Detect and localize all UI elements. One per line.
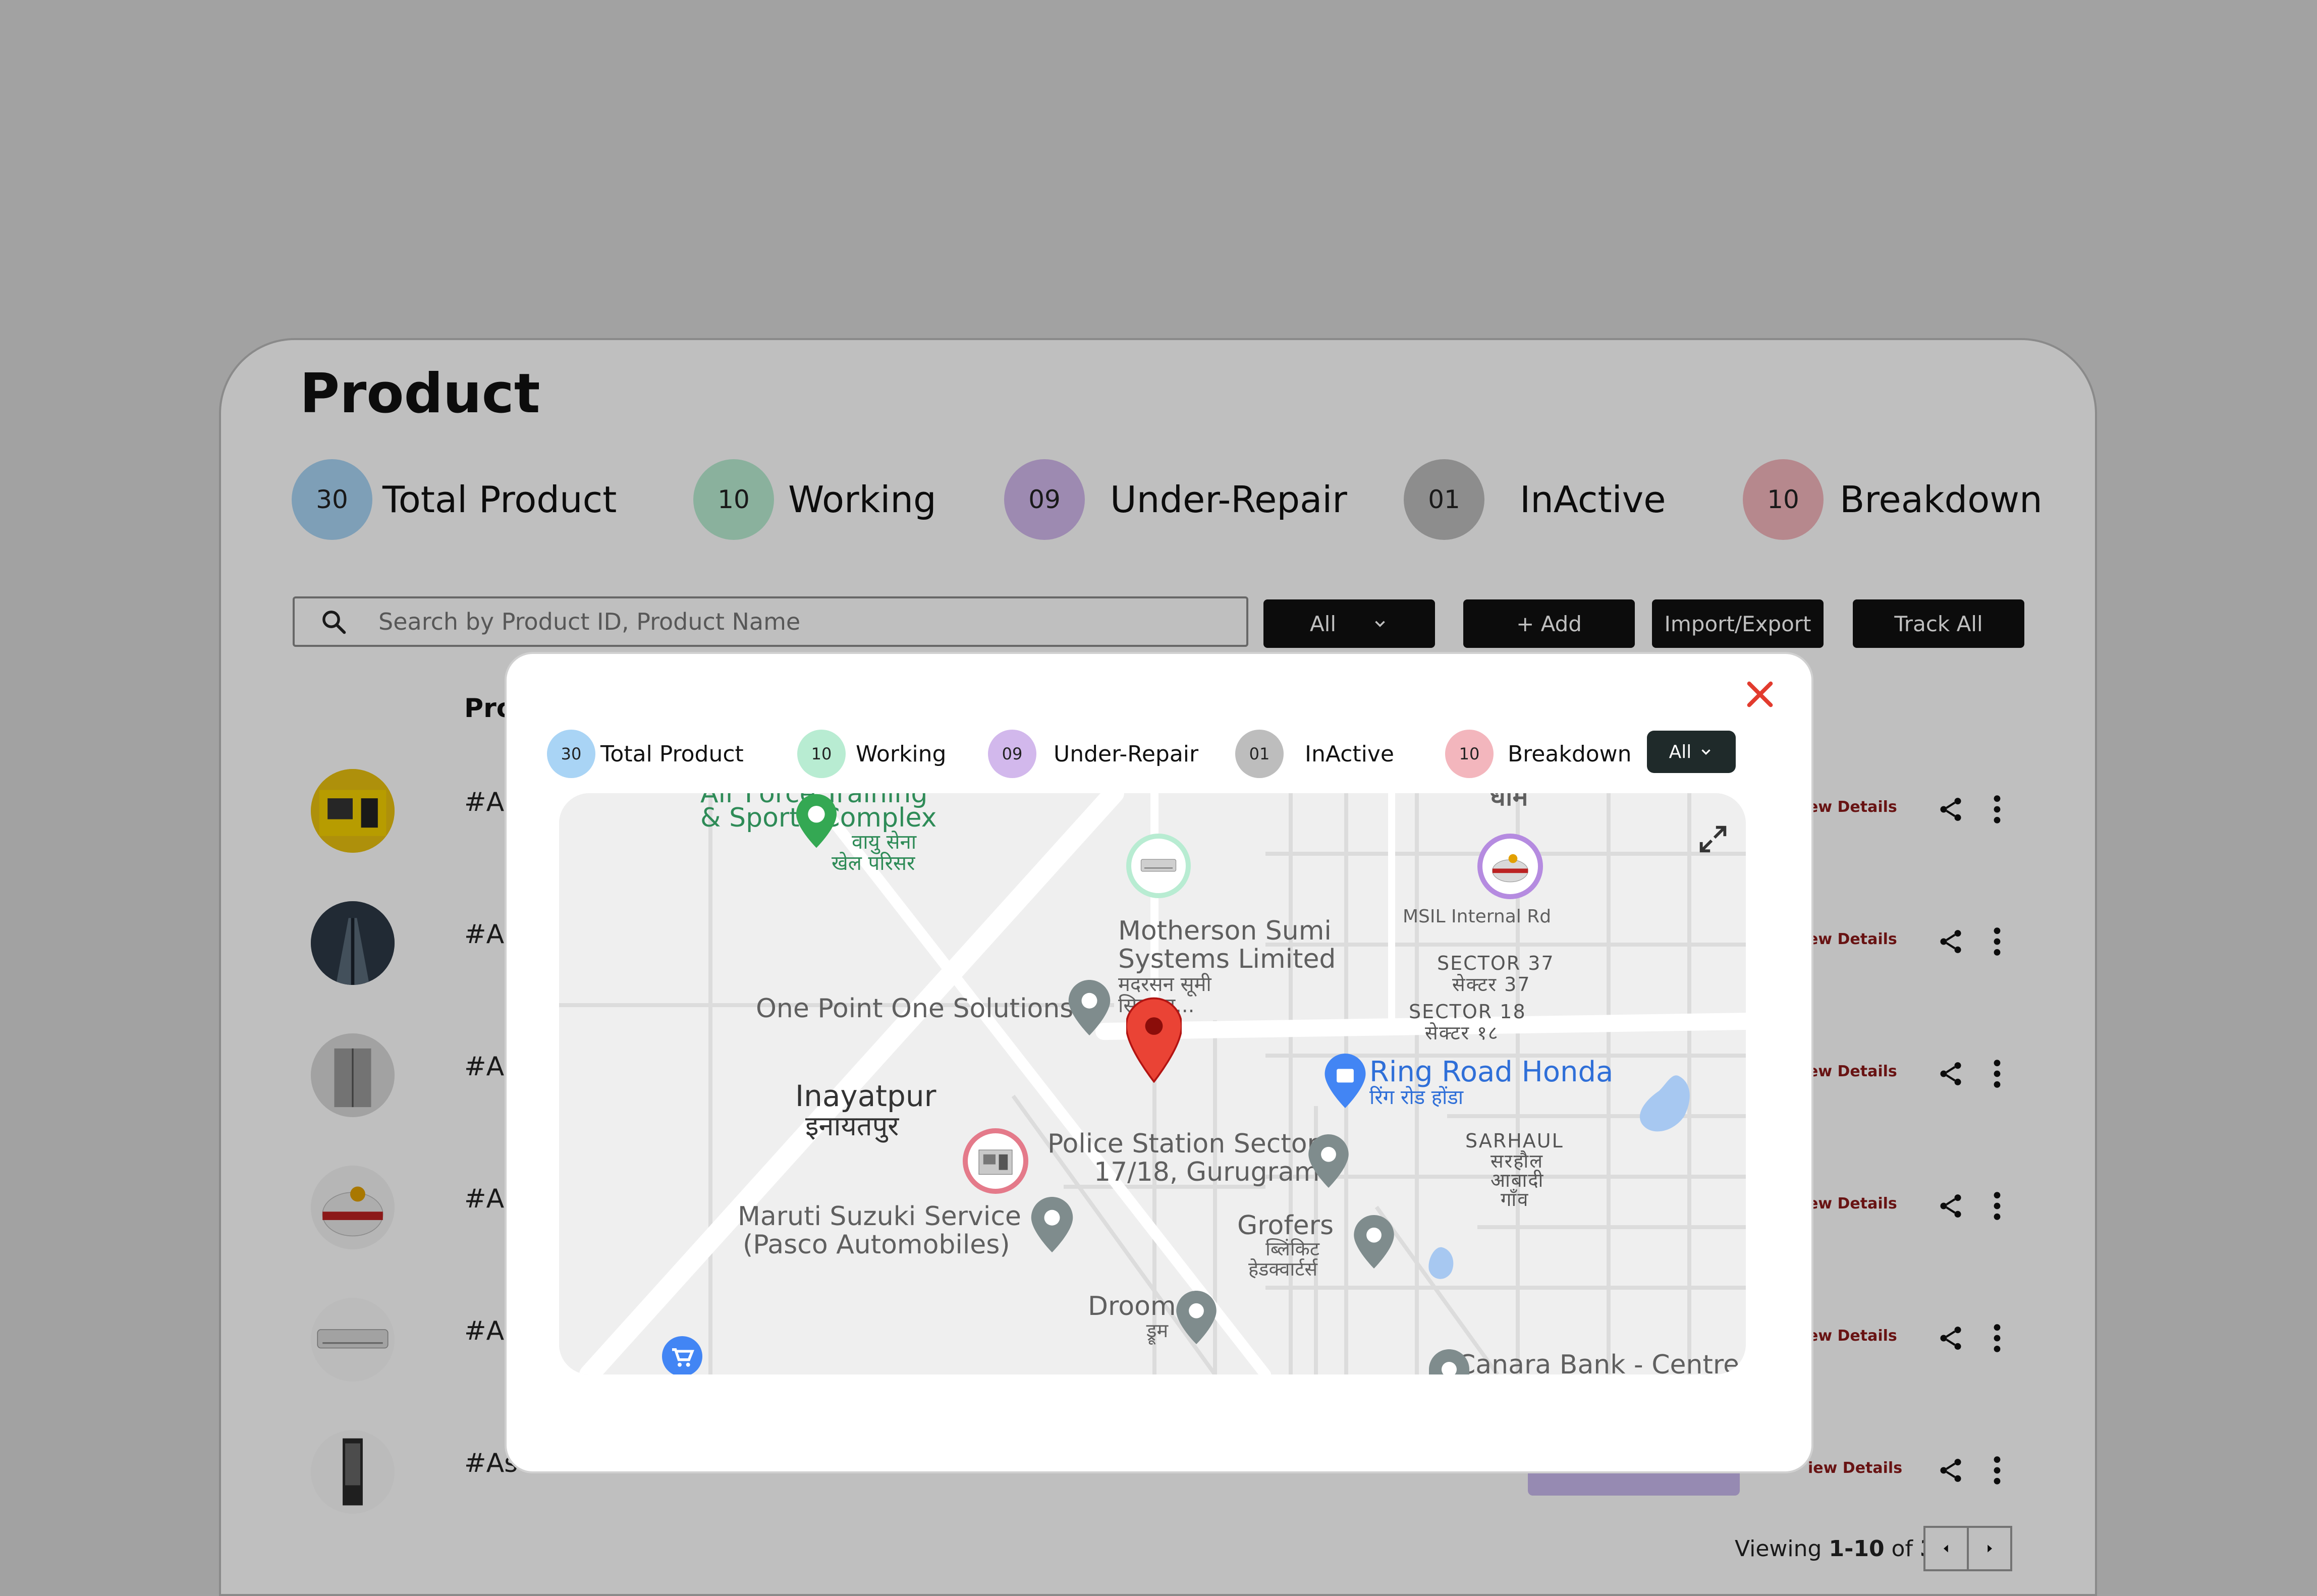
close-icon[interactable] [1744,678,1776,710]
map-label: MSIL Internal Rd [1403,906,1552,927]
modal-stat-under-repair[interactable]: 09 Under-Repair [988,729,1198,779]
fullscreen-icon[interactable] [1695,821,1731,857]
map-label: गाँव [1501,1188,1529,1210]
bank-pin-icon[interactable] [1429,1349,1469,1374]
map-label: सेक्टर १८ [1425,1022,1499,1044]
location-pin-icon[interactable] [1176,1291,1217,1344]
stat-label: InActive [1305,741,1394,767]
map-label: खेल परिसर [832,852,915,875]
water-tank-icon [1492,854,1528,883]
map-label: इनायतपुर [805,1110,899,1142]
stat-label: Breakdown [1508,741,1632,767]
map-label: SECTOR 18 [1409,1001,1526,1023]
modal-stat-total-product[interactable]: 30 Total Product [547,729,744,779]
map-label: Ring Road Honda [1369,1056,1614,1088]
location-pin-icon[interactable] [1353,1215,1395,1269]
map-label: रिंग रोड होंडा [1369,1086,1464,1109]
police-pin-icon[interactable] [1308,1134,1349,1188]
map-label: Inayatpur [795,1079,936,1113]
generator-icon [978,1149,1013,1175]
map-label: One Point One Solutions [756,994,1074,1024]
sports-pin-icon[interactable] [796,793,837,849]
map-label: धाम [1489,793,1528,812]
tracking-map[interactable]: Air Force Training & Sports Complex वायु… [559,793,1746,1374]
modal-stat-inactive[interactable]: 01 InActive [1235,729,1394,779]
location-pin-icon[interactable] [1030,1197,1074,1252]
map-label: वायु सेना [852,831,917,854]
modal-stat-breakdown[interactable]: 10 Breakdown [1445,729,1632,779]
stat-label: Under-Repair [1054,741,1199,767]
filter-label: All [1669,741,1692,762]
cart-pin-icon[interactable] [662,1336,702,1374]
stat-count-badge: 30 [547,730,595,778]
map-label: ब्लिंकिट [1265,1238,1319,1260]
map-label: ड्रूम [1146,1319,1169,1342]
map-label: आबादी [1491,1169,1544,1191]
current-location-pin-icon[interactable] [1126,997,1182,1083]
map-label: Motherson Sumi [1118,916,1332,946]
chevron-down-icon [1701,749,1711,755]
map-label: Droom [1088,1291,1176,1322]
map-label: हेडक्वार्टर्स [1248,1258,1318,1280]
shopping-pin-icon[interactable] [1324,1054,1366,1108]
map-label: Systems Limited [1118,944,1336,974]
stat-label: Working [856,741,947,767]
modal-stat-working[interactable]: 10 Working [797,729,946,779]
map-label: Police Station Sector [1047,1129,1318,1159]
stat-count-badge: 09 [988,730,1036,778]
map-label: SECTOR 37 [1437,952,1555,974]
stat-label: Total Product [600,741,744,767]
stat-count-badge: 10 [1445,730,1494,778]
map-label: (Pasco Automobiles) [743,1230,1010,1260]
stat-count-badge: 10 [797,730,846,778]
location-pin-icon[interactable] [1068,980,1111,1035]
map-label: Canara Bank - Centre [1457,1350,1740,1374]
map-label: Maruti Suzuki Service [738,1201,1021,1232]
product-marker-working[interactable] [1126,834,1191,898]
map-label: सेक्टर 37 [1452,973,1531,996]
stat-count-badge: 01 [1235,730,1284,778]
track-map-modal: 30 Total Product 10 Working 09 Under-Rep… [505,652,1813,1473]
product-marker-under-repair[interactable] [1477,834,1543,899]
map-label: मदरसन सूमी [1118,973,1211,996]
map-label: SARHAUL [1465,1130,1564,1152]
product-marker-breakdown[interactable] [963,1128,1028,1194]
map-label: सरहौल [1491,1150,1544,1172]
modal-status-filter[interactable]: All [1647,731,1736,773]
air-conditioner-icon [1140,859,1177,872]
map-label: 17/18, Gurugram [1094,1157,1320,1187]
map-label: Grofers [1237,1210,1334,1241]
